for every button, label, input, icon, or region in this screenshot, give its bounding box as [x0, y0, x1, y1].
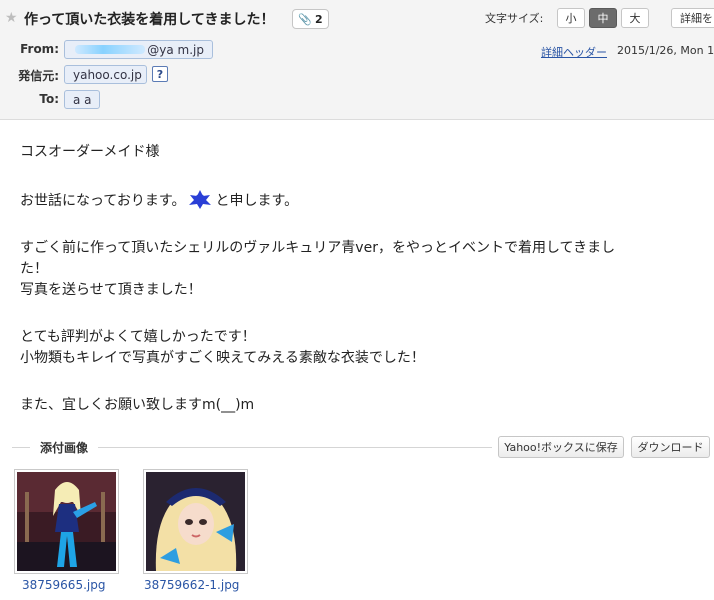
body-text: お世話になっております。 — [20, 193, 186, 209]
help-icon[interactable]: ? — [152, 66, 168, 82]
from-value: @ya m.jp — [147, 42, 204, 57]
font-size-label: 文字サイズ: — [485, 12, 544, 25]
subject: 作って頂いた衣装を着用してきました！ — [24, 12, 275, 28]
font-size-small-button[interactable]: 小 — [557, 8, 585, 28]
paperclip-icon: 📎 — [298, 12, 313, 26]
detail-button[interactable]: 詳細を — [671, 8, 714, 28]
photo-thumbnail — [146, 472, 245, 571]
font-size-large-button[interactable]: 大 — [621, 8, 649, 28]
message-body: コスオーダーメイド様 お世話になっております。 と申します。 すごく前に作って頂い… — [20, 142, 710, 416]
attachments-bar: 添付画像 Yahoo!ボックスに保存 ダウンロード — [12, 436, 712, 458]
attachment-count-badge[interactable]: 📎 2 — [292, 9, 329, 29]
font-size-medium-button[interactable]: 中 — [589, 8, 617, 28]
body-line: とても評判がよくて嬉しかったです！ — [20, 329, 256, 345]
to-label: To: — [39, 92, 59, 106]
attachments-title: 添付画像 — [30, 439, 99, 456]
attachment-filename-1[interactable]: 38759665.jpg — [22, 578, 105, 592]
detail-header-link[interactable]: 詳細ヘッダー — [541, 44, 607, 60]
attachment-thumbnail-1[interactable] — [14, 469, 119, 574]
body-line: 写真を送らせて頂きました！ — [20, 282, 202, 298]
body-line: すごく前に作って頂いたシェリルのヴァルキュリア青ver，をやっとイベントで着用し… — [20, 240, 616, 256]
redacted-mark — [185, 189, 215, 209]
save-to-yahoo-box-button[interactable]: Yahoo!ボックスに保存 — [498, 436, 624, 458]
from-field[interactable]: @ya m.jp — [64, 40, 213, 59]
message-header: ★ 作って頂いた衣装を着用してきました！ 📎 2 文字サイズ: 小 中 大 詳細… — [0, 0, 714, 120]
body-line: 小物類もキレイで写真がすごく映えてみえる素敵な衣装でした！ — [20, 350, 425, 366]
body-text: と申します。 — [215, 193, 299, 209]
to-field[interactable]: a a — [64, 90, 100, 109]
body-line: コスオーダーメイド様 — [20, 144, 160, 160]
sender-field[interactable]: yahoo.co.jp — [64, 65, 147, 84]
body-line: た！ — [20, 261, 48, 277]
redacted-mark — [75, 45, 146, 54]
download-button[interactable]: ダウンロード — [631, 436, 710, 458]
photo-thumbnail — [17, 472, 116, 571]
star-icon[interactable]: ★ — [5, 10, 18, 26]
message-date: 2015/1/26, Mon 1 — [617, 44, 714, 57]
attachment-filename-2[interactable]: 38759662-1.jpg — [144, 578, 239, 592]
from-label: From: — [20, 42, 59, 56]
attachment-thumbnail-2[interactable] — [143, 469, 248, 574]
sender-label: 発信元: — [18, 69, 59, 83]
body-line: お世話になっております。 と申します。 — [20, 189, 710, 212]
attachment-count: 2 — [315, 12, 323, 26]
body-line: また、宜しくお願い致しますm(__)m — [20, 397, 255, 413]
